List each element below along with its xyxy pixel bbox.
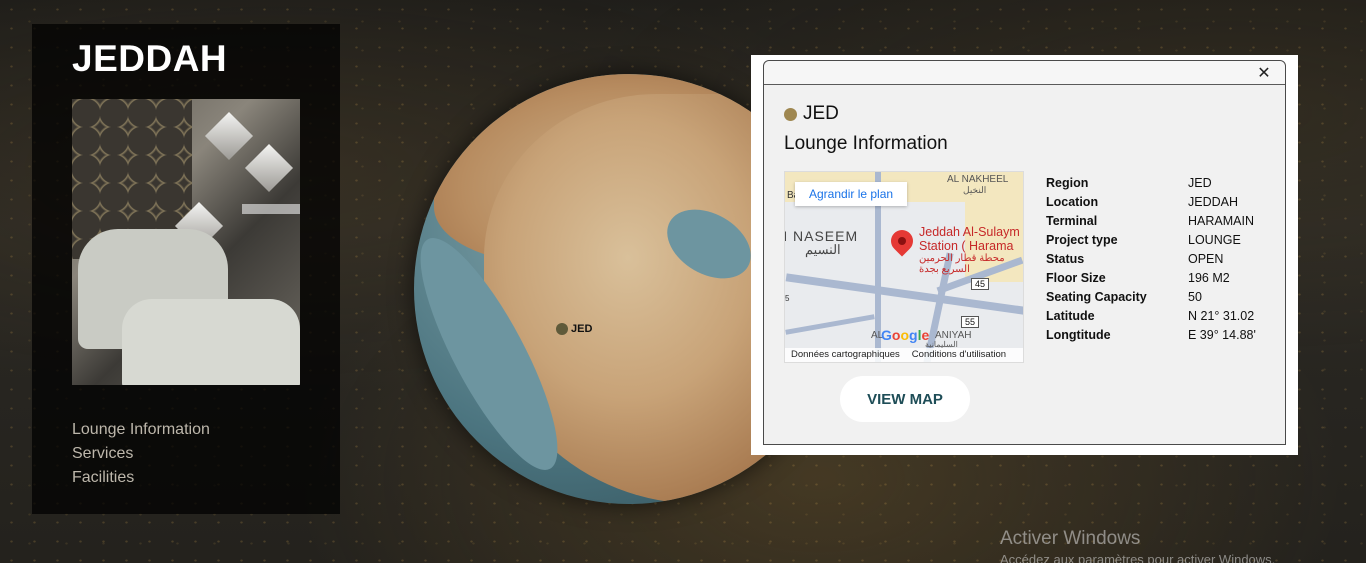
detail-value: JEDDAH (1188, 194, 1239, 209)
airport-code-row: JED (784, 103, 839, 125)
photo-armchair (122, 299, 300, 385)
lounge-photo (72, 99, 300, 385)
nav-item-facilities[interactable]: Facilities (72, 466, 210, 490)
detail-key: Region (1046, 175, 1089, 190)
detail-row-longitude: Longtitude E 39° 14.88' (1046, 325, 1256, 344)
left-panel: JEDDAH Lounge Information Services Facil… (32, 24, 340, 514)
detail-row-terminal: Terminal HARAMAIN (1046, 211, 1256, 230)
map-place-name: Station ( Harama (919, 239, 1014, 253)
detail-row-project-type: Project type LOUNGE (1046, 230, 1256, 249)
detail-value: LOUNGE (1188, 232, 1241, 247)
embedded-map[interactable]: AL NAKHEEL النخيل Ba N NASEEM النسيم Jed… (784, 171, 1024, 363)
map-terms-link[interactable]: Conditions d'utilisation (912, 348, 1006, 362)
map-data-link[interactable]: Données cartographiques (791, 348, 900, 362)
info-card: ✕ JED Lounge Information AL NAKHEEL النخ… (751, 55, 1298, 455)
photo-table (242, 204, 300, 214)
watermark-subtitle: Accédez aux paramètres pour activer Wind… (1000, 552, 1276, 563)
detail-key: Latitude (1046, 308, 1095, 323)
detail-value: 50 (1188, 289, 1202, 304)
route-55-shield: 55 (961, 316, 980, 328)
windows-activation-watermark: Activer Windows Accédez aux paramètres p… (1000, 528, 1275, 563)
map-area-label: AL NAKHEEL (947, 174, 1009, 185)
info-card-inner: ✕ JED Lounge Information AL NAKHEEL النخ… (763, 60, 1286, 445)
photo-light-fixture (204, 111, 254, 161)
map-district-label-ar: النسيم (805, 242, 841, 257)
info-heading: Lounge Information (784, 133, 948, 154)
location-marker-label[interactable]: JED (571, 323, 592, 335)
detail-row-location: Location JEDDAH (1046, 192, 1256, 211)
map-place-name: Jeddah Al-Sulaym (919, 225, 1020, 239)
enlarge-map-link[interactable]: Agrandir le plan (795, 182, 908, 206)
lounge-details: Region JED Location JEDDAH Terminal HARA… (1046, 173, 1256, 344)
detail-row-status: Status OPEN (1046, 249, 1256, 268)
detail-key: Project type (1046, 232, 1118, 247)
map-edge-label: 5 (785, 294, 790, 303)
detail-value: 196 M2 (1188, 270, 1230, 285)
watermark-title: Activer Windows (1000, 528, 1141, 549)
detail-key: Longtitude (1046, 327, 1111, 342)
view-map-button[interactable]: VIEW MAP (840, 376, 970, 422)
map-place-name-ar: السريع بجدة (919, 264, 970, 275)
detail-key: Status (1046, 251, 1085, 266)
left-nav: Lounge Information Services Facilities (72, 418, 210, 490)
location-marker-icon[interactable] (556, 323, 568, 335)
detail-row-floor-size: Floor Size 196 M2 (1046, 268, 1256, 287)
detail-value: N 21° 31.02 (1188, 308, 1255, 323)
map-area-label-ar: النخيل (963, 185, 987, 195)
map-road (785, 314, 875, 335)
nav-item-lounge-information[interactable]: Lounge Information (72, 418, 210, 442)
detail-row-region: Region JED (1046, 173, 1256, 192)
route-45-shield: 45 (971, 278, 990, 290)
detail-row-latitude: Latitude N 21° 31.02 (1046, 306, 1256, 325)
detail-value: OPEN (1188, 251, 1224, 266)
code-dot-icon (784, 107, 797, 121)
photo-light-fixture (244, 143, 294, 193)
map-pin-icon[interactable] (886, 225, 918, 257)
city-title: JEDDAH (72, 38, 228, 79)
close-icon[interactable]: ✕ (1253, 64, 1275, 82)
detail-value: JED (1188, 175, 1212, 190)
detail-value: E 39° 14.88' (1188, 327, 1256, 342)
google-logo: Google (881, 327, 930, 343)
detail-value: HARAMAIN (1188, 213, 1254, 228)
map-place-name-ar: محطة قطار الحرمين (919, 253, 1005, 264)
map-footer: Données cartographiques Conditions d'uti… (785, 348, 1023, 362)
nav-item-services[interactable]: Services (72, 442, 210, 466)
detail-key: Location (1046, 194, 1099, 209)
detail-row-seating-capacity: Seating Capacity 50 (1046, 287, 1256, 306)
info-card-topbar: ✕ (764, 61, 1285, 85)
detail-key: Seating Capacity (1046, 289, 1147, 304)
detail-key: Floor Size (1046, 270, 1106, 285)
detail-key: Terminal (1046, 213, 1098, 228)
airport-code: JED (803, 103, 839, 124)
